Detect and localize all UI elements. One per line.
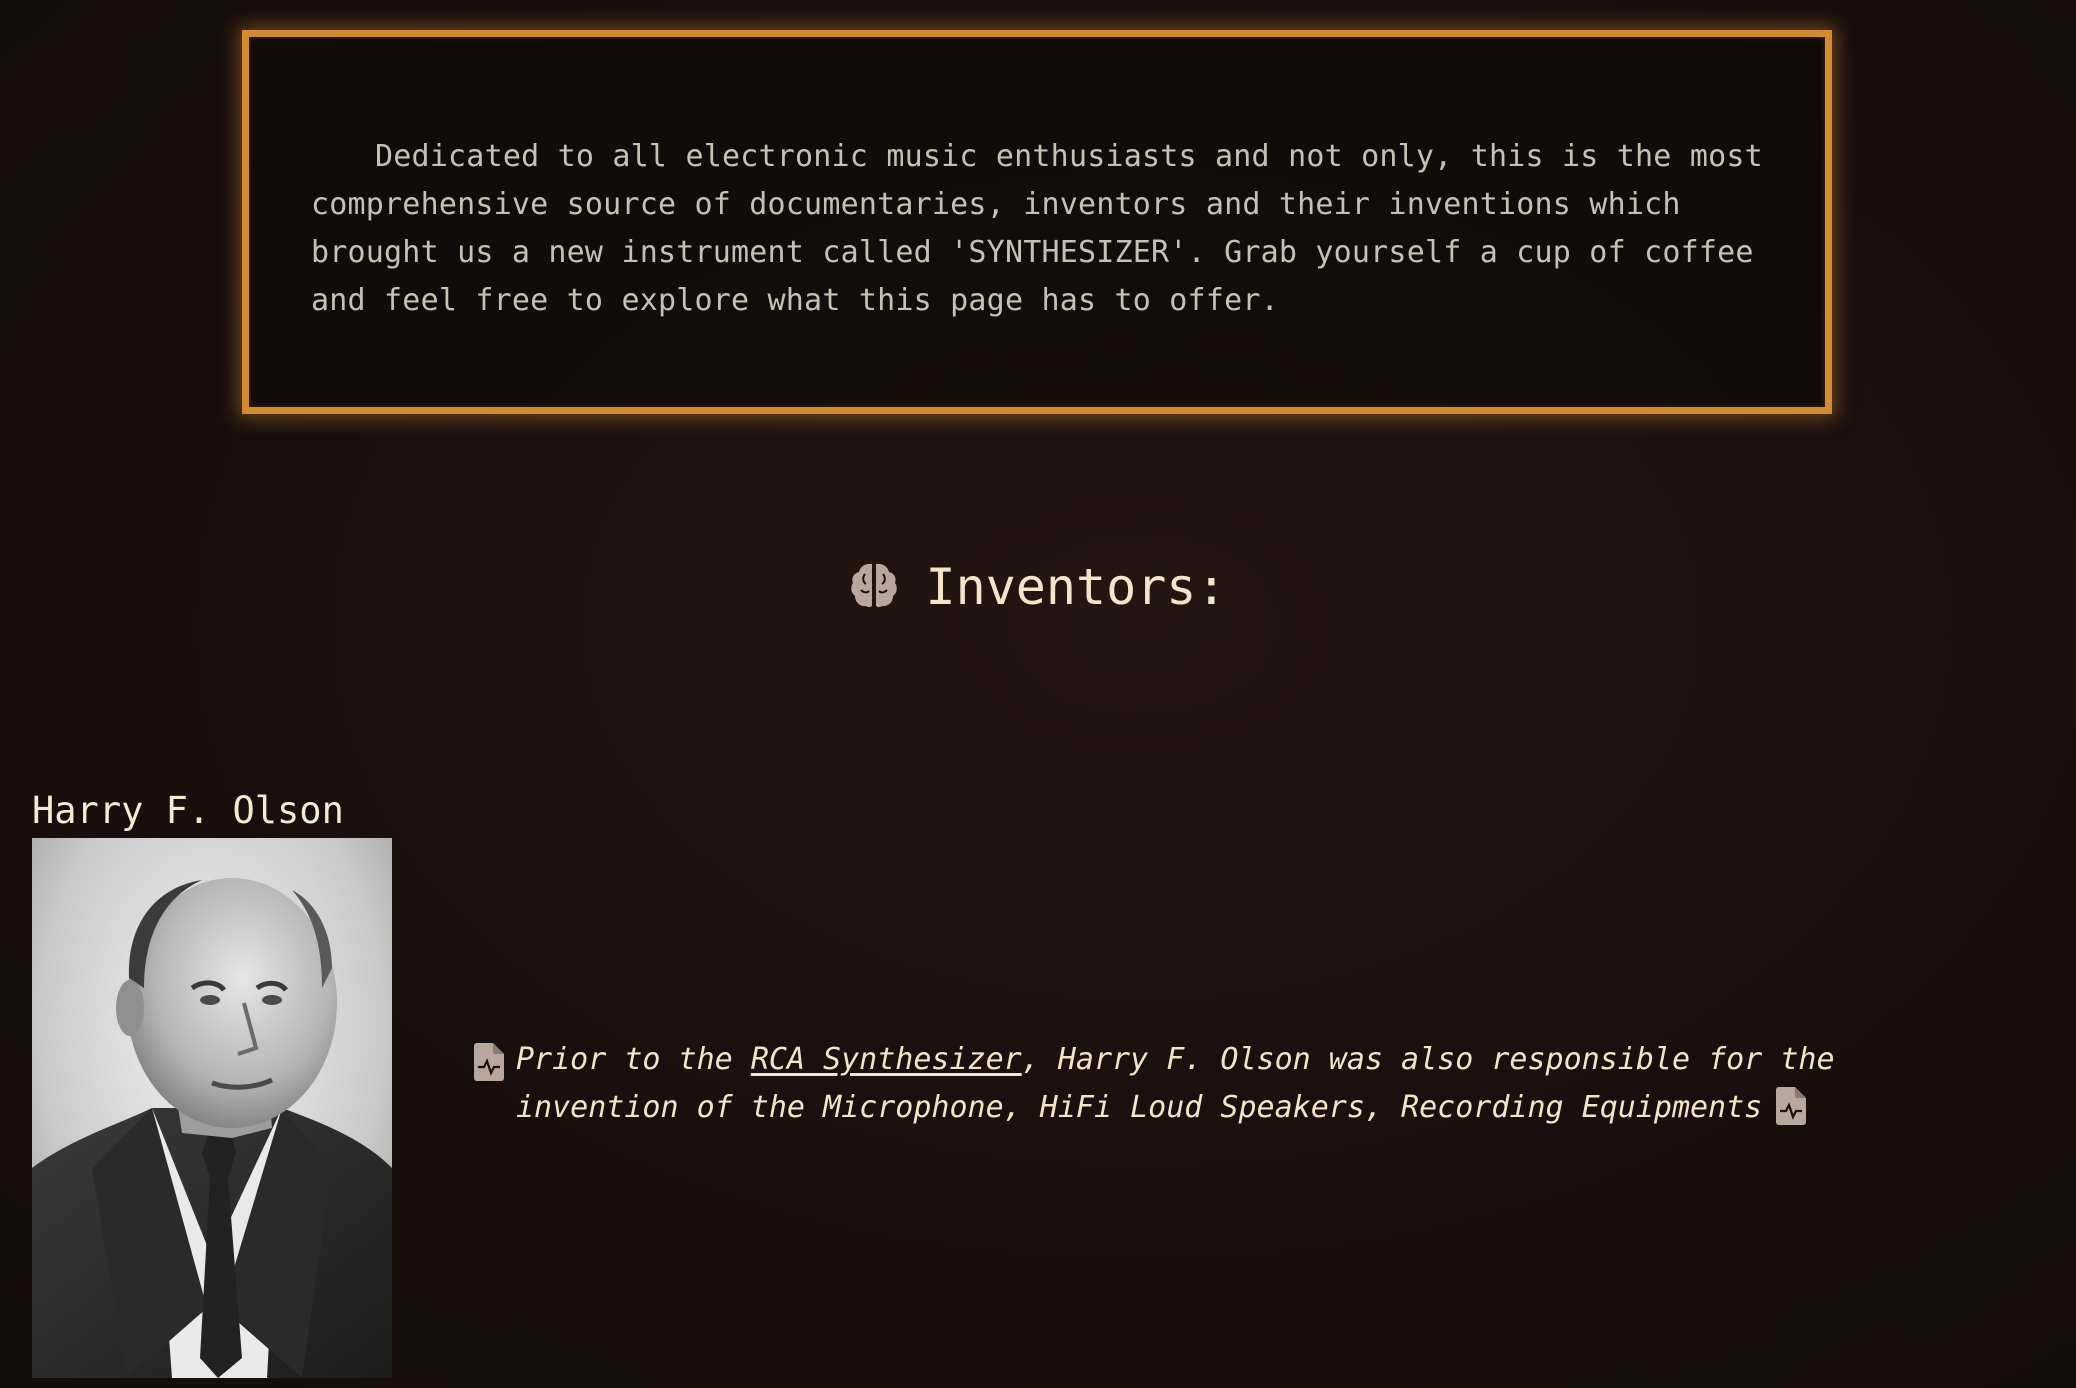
file-waveform-icon — [474, 1043, 504, 1081]
intro-box: Dedicated to all electronic music enthus… — [242, 30, 1832, 414]
inventors-heading: Inventors: — [0, 552, 2076, 622]
intro-text: Dedicated to all electronic music enthus… — [311, 139, 1763, 318]
inventor-name: Harry F. Olson — [32, 789, 344, 832]
rca-synthesizer-link[interactable]: RCA Synthesizer — [751, 1042, 1022, 1077]
brain-icon — [851, 563, 898, 608]
inventor-portrait — [32, 838, 392, 1378]
inventors-heading-text: Inventors: — [925, 558, 1227, 616]
inventor-description: Prior to the RCA Synthesizer, Harry F. O… — [474, 1036, 1994, 1132]
file-waveform-icon — [1776, 1087, 1807, 1125]
inventor-desc-prefix: Prior to the — [516, 1042, 751, 1077]
